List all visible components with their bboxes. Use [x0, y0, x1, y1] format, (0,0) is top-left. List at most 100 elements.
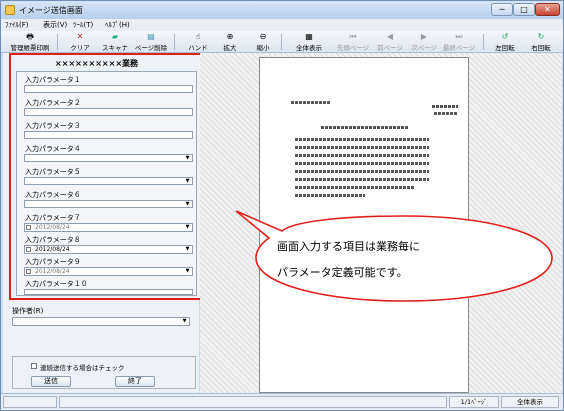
clear-label: クリア — [70, 44, 90, 52]
param-10-input[interactable] — [24, 289, 193, 295]
param-7-value: 2012/08/24 — [35, 224, 70, 231]
param-10-label: 入力パラメータ１０ — [25, 280, 88, 288]
rotate-right-icon: ↻ — [537, 32, 545, 41]
param-2-label: 入力パラメータ２ — [25, 99, 81, 107]
chevron-down-icon[interactable]: ▼ — [184, 201, 191, 207]
param-4-label: 入力パラメータ４ — [25, 145, 81, 153]
doc-text-line — [295, 138, 429, 141]
zoom-out-button[interactable]: ⊖ 縮小 — [254, 32, 272, 52]
callout-bubble — [235, 210, 553, 302]
toolbar-separator — [174, 34, 175, 50]
param-7-label: 入力パラメータ７ — [25, 214, 81, 222]
zoom-out-icon: ⊖ — [259, 32, 267, 41]
zoom-in-button[interactable]: ⊕ 拡大 — [221, 32, 239, 52]
doc-text-line — [295, 162, 429, 165]
param-9-checkbox[interactable] — [26, 269, 31, 274]
page-indicator: 1/1ﾍﾟｰｼﾞ — [449, 396, 499, 408]
prev-page-button[interactable]: ◀ 前ページ — [375, 32, 405, 52]
doc-text-line — [295, 186, 415, 189]
param-9-label: 入力パラメータ９ — [25, 258, 81, 266]
menu-bar: ﾌｧｲﾙ(F) 表示(V) ﾂｰﾙ(T) ﾍﾙﾌﾟ(H) — [1, 19, 563, 31]
hand-tool-button[interactable]: ☝ ハンド — [187, 32, 209, 52]
param-5-select[interactable]: ▼ — [24, 177, 193, 185]
first-page-icon: ⏮ — [349, 32, 357, 41]
param-8-checkbox[interactable] — [26, 247, 31, 252]
send-button[interactable]: 送信 — [31, 376, 71, 387]
end-button[interactable]: 終了 — [115, 376, 155, 387]
business-title: ××××××××××業務 — [55, 59, 139, 68]
next-page-button[interactable]: ▶ 次ページ — [409, 32, 439, 52]
chevron-down-icon[interactable]: ▼ — [184, 155, 191, 161]
param-2-input[interactable] — [24, 108, 193, 116]
menu-view[interactable]: 表示(V) — [43, 20, 67, 30]
fit-label: 全体表示 — [296, 44, 322, 52]
prev-page-icon: ◀ — [386, 32, 394, 41]
param-3-input[interactable] — [24, 131, 193, 139]
operator-select[interactable]: ▼ — [12, 317, 190, 326]
parameter-panel: ××××××××××業務 入力パラメータ１ 入力パラメータ２ 入力パラメータ３ … — [3, 53, 204, 393]
hand-icon: ☝ — [195, 32, 201, 41]
param-5-label: 入力パラメータ５ — [25, 168, 81, 176]
param-7-checkbox[interactable] — [26, 225, 31, 230]
parameter-highlight-frame: ××××××××××業務 入力パラメータ１ 入力パラメータ２ 入力パラメータ３ … — [9, 53, 204, 300]
menu-file[interactable]: ﾌｧｲﾙ(F) — [5, 20, 29, 30]
parameter-list: 入力パラメータ１ 入力パラメータ２ 入力パラメータ３ 入力パラメータ４ ▼ 入力… — [16, 71, 197, 296]
minimize-button[interactable]: ─ — [491, 3, 513, 16]
hand-label: ハンド — [188, 44, 208, 52]
first-page-button[interactable]: ⏮ 先頭ページ — [335, 32, 371, 52]
continuous-send-checkbox[interactable] — [31, 363, 37, 369]
toolbar-separator — [281, 34, 282, 50]
doc-text-line — [295, 154, 429, 157]
close-button[interactable]: ✕ — [535, 3, 560, 16]
app-icon — [5, 5, 15, 15]
chevron-down-icon[interactable]: ▼ — [184, 246, 191, 253]
title-bar: イメージ送信画面 ─ □ ✕ — [1, 1, 563, 19]
menu-tools[interactable]: ﾂｰﾙ(T) — [73, 20, 93, 30]
last-page-icon: ⏭ — [455, 32, 463, 41]
param-8-label: 入力パラメータ８ — [25, 236, 81, 244]
doc-text-line — [432, 105, 458, 108]
chevron-down-icon[interactable]: ▼ — [181, 318, 188, 324]
param-8-value: 2012/08/24 — [35, 246, 70, 253]
clear-button[interactable]: ✕ クリア — [69, 32, 91, 52]
param-1-input[interactable] — [24, 85, 193, 93]
delete-page-button[interactable]: ▤ ページ削除 — [133, 32, 169, 52]
first-page-label: 先頭ページ — [336, 44, 370, 52]
doc-text-line — [434, 112, 458, 115]
param-3-label: 入力パラメータ３ — [25, 122, 81, 130]
chevron-down-icon[interactable]: ▼ — [184, 268, 191, 275]
next-page-icon: ▶ — [420, 32, 428, 41]
zoom-in-icon: ⊕ — [226, 32, 234, 41]
maximize-button[interactable]: □ — [513, 3, 535, 16]
delete-page-icon: ▤ — [147, 32, 155, 41]
menu-help[interactable]: ﾍﾙﾌﾟ(H) — [105, 20, 130, 30]
doc-text-line — [291, 101, 331, 104]
scanner-button[interactable]: ▰ スキャナ — [101, 32, 129, 52]
doc-text-line — [295, 146, 429, 149]
fit-page-button[interactable]: ▦ 全体表示 — [292, 32, 326, 52]
param-8-date[interactable]: 2012/08/24 ▼ — [24, 245, 193, 254]
chevron-down-icon[interactable]: ▼ — [184, 178, 191, 184]
param-4-select[interactable]: ▼ — [24, 154, 193, 162]
param-7-date[interactable]: 2012/08/24 ▼ — [24, 223, 193, 232]
last-page-label: 最終ページ — [442, 44, 476, 52]
rotate-left-icon: ↺ — [501, 32, 509, 41]
rotate-right-label: 右回転 — [531, 44, 551, 52]
prev-page-label: 前ページ — [377, 44, 403, 52]
zoom-in-label: 拡大 — [223, 44, 237, 52]
rotate-left-label: 左回転 — [495, 44, 515, 52]
doc-text-line — [295, 170, 429, 173]
last-page-button[interactable]: ⏭ 最終ページ — [441, 32, 477, 52]
rotate-right-button[interactable]: ↻ 右回転 — [529, 32, 553, 52]
window-title: イメージ送信画面 — [19, 6, 83, 15]
operator-label: 操作者(R) — [12, 307, 44, 315]
status-bar: 1/1ﾍﾟｰｼﾞ 全体表示 — [1, 393, 563, 410]
chevron-down-icon[interactable]: ▼ — [184, 224, 191, 231]
status-cell — [59, 396, 447, 408]
param-9-date[interactable]: 2012/08/24 ▼ — [24, 267, 193, 276]
scanner-icon: ▰ — [111, 32, 119, 41]
param-6-select[interactable]: ▼ — [24, 200, 193, 208]
scanner-label: スキャナ — [102, 44, 128, 52]
rotate-left-button[interactable]: ↺ 左回転 — [493, 32, 517, 52]
print-report-button[interactable]: 🖶 管理帳票印刷 — [7, 32, 53, 52]
